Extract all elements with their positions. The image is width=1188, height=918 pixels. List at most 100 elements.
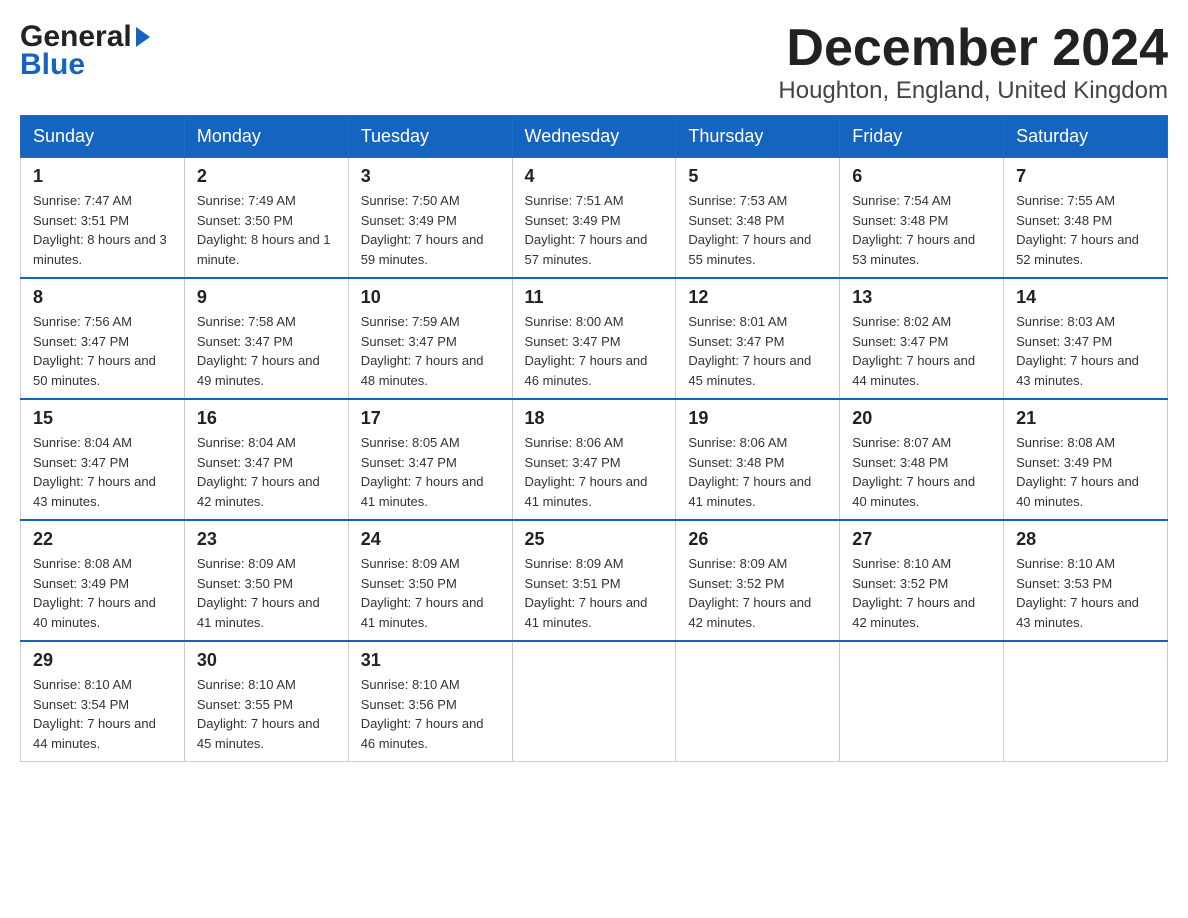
table-row: 16 Sunrise: 8:04 AMSunset: 3:47 PMDaylig… xyxy=(184,399,348,520)
day-number: 17 xyxy=(361,408,500,429)
day-number: 22 xyxy=(33,529,172,550)
day-number: 8 xyxy=(33,287,172,308)
day-info: Sunrise: 7:49 AMSunset: 3:50 PMDaylight:… xyxy=(197,193,331,267)
table-row: 28 Sunrise: 8:10 AMSunset: 3:53 PMDaylig… xyxy=(1004,520,1168,641)
day-number: 25 xyxy=(525,529,664,550)
day-number: 24 xyxy=(361,529,500,550)
col-saturday: Saturday xyxy=(1004,116,1168,158)
col-friday: Friday xyxy=(840,116,1004,158)
day-info: Sunrise: 7:55 AMSunset: 3:48 PMDaylight:… xyxy=(1016,193,1139,267)
day-info: Sunrise: 7:59 AMSunset: 3:47 PMDaylight:… xyxy=(361,314,484,388)
calendar-week-row: 1 Sunrise: 7:47 AMSunset: 3:51 PMDayligh… xyxy=(21,158,1168,279)
table-row: 6 Sunrise: 7:54 AMSunset: 3:48 PMDayligh… xyxy=(840,158,1004,279)
day-info: Sunrise: 7:47 AMSunset: 3:51 PMDaylight:… xyxy=(33,193,167,267)
table-row xyxy=(676,641,840,762)
table-row: 25 Sunrise: 8:09 AMSunset: 3:51 PMDaylig… xyxy=(512,520,676,641)
day-info: Sunrise: 8:10 AMSunset: 3:54 PMDaylight:… xyxy=(33,677,156,751)
day-number: 19 xyxy=(688,408,827,429)
col-thursday: Thursday xyxy=(676,116,840,158)
day-info: Sunrise: 8:06 AMSunset: 3:47 PMDaylight:… xyxy=(525,435,648,509)
table-row: 14 Sunrise: 8:03 AMSunset: 3:47 PMDaylig… xyxy=(1004,278,1168,399)
table-row: 27 Sunrise: 8:10 AMSunset: 3:52 PMDaylig… xyxy=(840,520,1004,641)
day-number: 15 xyxy=(33,408,172,429)
day-number: 18 xyxy=(525,408,664,429)
day-number: 27 xyxy=(852,529,991,550)
table-row: 15 Sunrise: 8:04 AMSunset: 3:47 PMDaylig… xyxy=(21,399,185,520)
day-number: 7 xyxy=(1016,166,1155,187)
calendar-table: Sunday Monday Tuesday Wednesday Thursday… xyxy=(20,115,1168,762)
title-block: December 2024 Houghton, England, United … xyxy=(778,20,1168,105)
table-row: 11 Sunrise: 8:00 AMSunset: 3:47 PMDaylig… xyxy=(512,278,676,399)
day-info: Sunrise: 8:10 AMSunset: 3:55 PMDaylight:… xyxy=(197,677,320,751)
day-number: 11 xyxy=(525,287,664,308)
day-number: 1 xyxy=(33,166,172,187)
table-row: 9 Sunrise: 7:58 AMSunset: 3:47 PMDayligh… xyxy=(184,278,348,399)
day-number: 9 xyxy=(197,287,336,308)
table-row xyxy=(512,641,676,762)
day-number: 23 xyxy=(197,529,336,550)
day-info: Sunrise: 7:51 AMSunset: 3:49 PMDaylight:… xyxy=(525,193,648,267)
page-title: December 2024 xyxy=(778,20,1168,77)
logo: General Blue xyxy=(20,20,150,82)
table-row: 19 Sunrise: 8:06 AMSunset: 3:48 PMDaylig… xyxy=(676,399,840,520)
day-info: Sunrise: 7:53 AMSunset: 3:48 PMDaylight:… xyxy=(688,193,811,267)
table-row: 29 Sunrise: 8:10 AMSunset: 3:54 PMDaylig… xyxy=(21,641,185,762)
day-number: 20 xyxy=(852,408,991,429)
table-row: 21 Sunrise: 8:08 AMSunset: 3:49 PMDaylig… xyxy=(1004,399,1168,520)
calendar-week-row: 15 Sunrise: 8:04 AMSunset: 3:47 PMDaylig… xyxy=(21,399,1168,520)
table-row: 30 Sunrise: 8:10 AMSunset: 3:55 PMDaylig… xyxy=(184,641,348,762)
day-number: 28 xyxy=(1016,529,1155,550)
table-row xyxy=(1004,641,1168,762)
day-info: Sunrise: 8:04 AMSunset: 3:47 PMDaylight:… xyxy=(33,435,156,509)
table-row: 10 Sunrise: 7:59 AMSunset: 3:47 PMDaylig… xyxy=(348,278,512,399)
table-row: 1 Sunrise: 7:47 AMSunset: 3:51 PMDayligh… xyxy=(21,158,185,279)
day-info: Sunrise: 7:50 AMSunset: 3:49 PMDaylight:… xyxy=(361,193,484,267)
day-info: Sunrise: 8:01 AMSunset: 3:47 PMDaylight:… xyxy=(688,314,811,388)
page-subtitle: Houghton, England, United Kingdom xyxy=(778,77,1168,105)
day-number: 31 xyxy=(361,650,500,671)
table-row: 4 Sunrise: 7:51 AMSunset: 3:49 PMDayligh… xyxy=(512,158,676,279)
day-info: Sunrise: 8:02 AMSunset: 3:47 PMDaylight:… xyxy=(852,314,975,388)
calendar-week-row: 29 Sunrise: 8:10 AMSunset: 3:54 PMDaylig… xyxy=(21,641,1168,762)
day-number: 2 xyxy=(197,166,336,187)
day-number: 30 xyxy=(197,650,336,671)
col-sunday: Sunday xyxy=(21,116,185,158)
day-info: Sunrise: 8:04 AMSunset: 3:47 PMDaylight:… xyxy=(197,435,320,509)
day-number: 21 xyxy=(1016,408,1155,429)
day-info: Sunrise: 8:03 AMSunset: 3:47 PMDaylight:… xyxy=(1016,314,1139,388)
day-info: Sunrise: 8:05 AMSunset: 3:47 PMDaylight:… xyxy=(361,435,484,509)
table-row: 20 Sunrise: 8:07 AMSunset: 3:48 PMDaylig… xyxy=(840,399,1004,520)
logo-arrow-icon xyxy=(136,27,150,47)
day-number: 4 xyxy=(525,166,664,187)
table-row: 8 Sunrise: 7:56 AMSunset: 3:47 PMDayligh… xyxy=(21,278,185,399)
col-monday: Monday xyxy=(184,116,348,158)
col-tuesday: Tuesday xyxy=(348,116,512,158)
day-info: Sunrise: 8:07 AMSunset: 3:48 PMDaylight:… xyxy=(852,435,975,509)
calendar-week-row: 22 Sunrise: 8:08 AMSunset: 3:49 PMDaylig… xyxy=(21,520,1168,641)
page-header: General Blue December 2024 Houghton, Eng… xyxy=(20,20,1168,105)
table-row: 23 Sunrise: 8:09 AMSunset: 3:50 PMDaylig… xyxy=(184,520,348,641)
day-info: Sunrise: 8:09 AMSunset: 3:52 PMDaylight:… xyxy=(688,556,811,630)
table-row: 2 Sunrise: 7:49 AMSunset: 3:50 PMDayligh… xyxy=(184,158,348,279)
table-row: 5 Sunrise: 7:53 AMSunset: 3:48 PMDayligh… xyxy=(676,158,840,279)
day-number: 13 xyxy=(852,287,991,308)
table-row: 24 Sunrise: 8:09 AMSunset: 3:50 PMDaylig… xyxy=(348,520,512,641)
day-info: Sunrise: 8:00 AMSunset: 3:47 PMDaylight:… xyxy=(525,314,648,388)
table-row: 13 Sunrise: 8:02 AMSunset: 3:47 PMDaylig… xyxy=(840,278,1004,399)
day-info: Sunrise: 8:10 AMSunset: 3:53 PMDaylight:… xyxy=(1016,556,1139,630)
day-number: 26 xyxy=(688,529,827,550)
day-number: 16 xyxy=(197,408,336,429)
table-row: 18 Sunrise: 8:06 AMSunset: 3:47 PMDaylig… xyxy=(512,399,676,520)
day-info: Sunrise: 8:09 AMSunset: 3:51 PMDaylight:… xyxy=(525,556,648,630)
calendar-week-row: 8 Sunrise: 7:56 AMSunset: 3:47 PMDayligh… xyxy=(21,278,1168,399)
logo-text-blue: Blue xyxy=(20,48,85,82)
day-info: Sunrise: 7:56 AMSunset: 3:47 PMDaylight:… xyxy=(33,314,156,388)
table-row: 22 Sunrise: 8:08 AMSunset: 3:49 PMDaylig… xyxy=(21,520,185,641)
day-number: 5 xyxy=(688,166,827,187)
table-row: 31 Sunrise: 8:10 AMSunset: 3:56 PMDaylig… xyxy=(348,641,512,762)
day-info: Sunrise: 8:10 AMSunset: 3:56 PMDaylight:… xyxy=(361,677,484,751)
day-info: Sunrise: 8:10 AMSunset: 3:52 PMDaylight:… xyxy=(852,556,975,630)
col-wednesday: Wednesday xyxy=(512,116,676,158)
day-number: 3 xyxy=(361,166,500,187)
day-number: 29 xyxy=(33,650,172,671)
